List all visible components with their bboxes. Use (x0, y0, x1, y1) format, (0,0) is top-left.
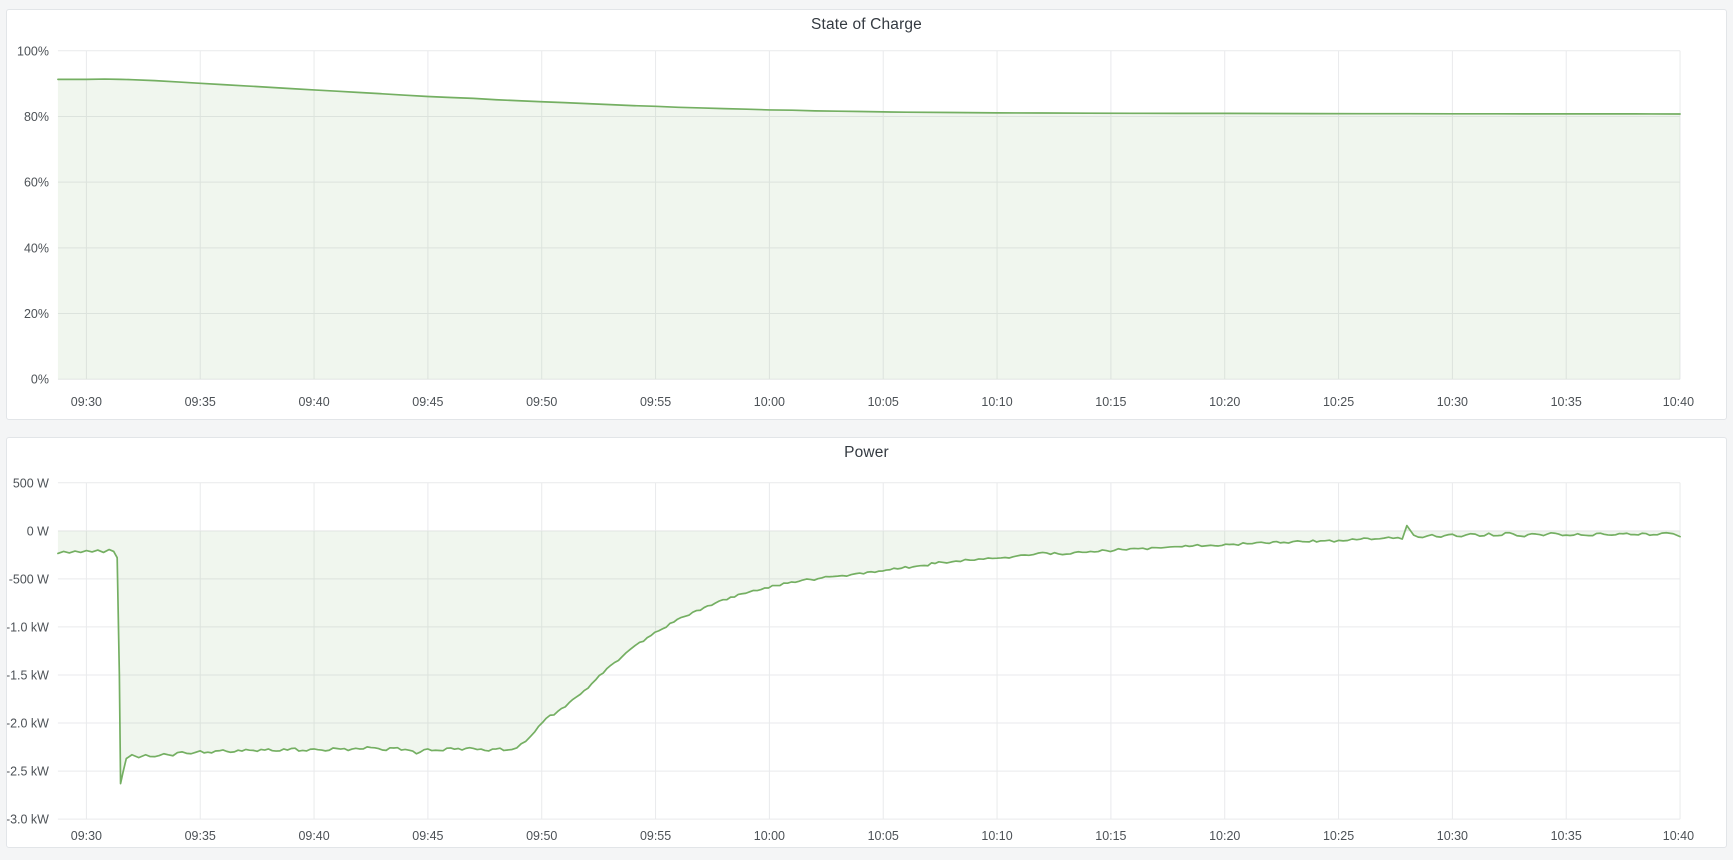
svg-text:-3.0 kW: -3.0 kW (7, 813, 49, 827)
svg-text:-2.0 kW: -2.0 kW (7, 717, 49, 731)
svg-text:10:35: 10:35 (1551, 829, 1582, 843)
svg-text:10:40: 10:40 (1663, 829, 1694, 843)
dashboard: State of Charge 100%80%60%40%20%0%09:300… (0, 0, 1733, 860)
svg-text:09:45: 09:45 (412, 395, 443, 409)
svg-text:10:05: 10:05 (868, 395, 899, 409)
svg-text:09:55: 09:55 (640, 395, 671, 409)
svg-text:10:20: 10:20 (1209, 395, 1240, 409)
svg-text:100%: 100% (17, 44, 49, 58)
svg-text:10:05: 10:05 (868, 829, 899, 843)
panel-power: Power 500 W 0 W -500 W -1.0 kW -1.5 kW -2.0 k… (6, 437, 1727, 848)
panel-state-of-charge: State of Charge 100%80%60%40%20%0%09:300… (6, 9, 1727, 420)
svg-text:20%: 20% (24, 307, 49, 321)
area-fill (58, 79, 1680, 379)
svg-text:-500 W: -500 W (9, 572, 49, 586)
svg-text:10:10: 10:10 (981, 395, 1012, 409)
x-axis-labels: 09:30 09:35 09:40 09:45 09:50 09:55 10:00 10:05… (71, 829, 1694, 843)
svg-text:0%: 0% (31, 373, 49, 387)
svg-text:10:35: 10:35 (1551, 395, 1582, 409)
y-axis-labels: 100% 80% 60% 40% 20% 0% (17, 44, 49, 386)
svg-text:-1.0 kW: -1.0 kW (7, 620, 49, 634)
svg-text:10:00: 10:00 (754, 395, 785, 409)
x-axis-labels: 09:30 09:35 09:40 09:45 09:50 09:55 10:00 10:05… (71, 395, 1694, 409)
power-chart[interactable]: 500 W 0 W -500 W -1.0 kW -1.5 kW -2.0 kW -2.5 … (7, 438, 1726, 847)
svg-text:09:40: 09:40 (298, 395, 329, 409)
panel-header[interactable]: State of Charge (7, 10, 1726, 40)
svg-text:10:00: 10:00 (754, 829, 785, 843)
svg-text:0 W: 0 W (27, 524, 49, 538)
panel-title: State of Charge (811, 16, 922, 34)
svg-text:10:30: 10:30 (1437, 395, 1468, 409)
svg-text:09:55: 09:55 (640, 829, 671, 843)
svg-text:-1.5 kW: -1.5 kW (7, 668, 49, 682)
svg-text:60%: 60% (24, 176, 49, 190)
svg-text:09:35: 09:35 (185, 829, 216, 843)
panel-header[interactable]: Power (7, 438, 1726, 468)
svg-text:09:50: 09:50 (526, 395, 557, 409)
panel-title: Power (844, 444, 889, 462)
svg-text:09:30: 09:30 (71, 829, 102, 843)
svg-text:10:20: 10:20 (1209, 829, 1240, 843)
svg-text:10:10: 10:10 (981, 829, 1012, 843)
area-fill (58, 526, 1680, 784)
svg-text:09:45: 09:45 (412, 829, 443, 843)
svg-text:10:25: 10:25 (1323, 829, 1354, 843)
y-axis-labels: 500 W 0 W -500 W -1.0 kW -1.5 kW -2.0 kW -2.5 … (7, 476, 49, 826)
state-of-charge-chart[interactable]: 100%80%60%40%20%0%09:3009:3509:4009:4509… (7, 10, 1726, 419)
svg-text:-2.5 kW: -2.5 kW (7, 765, 49, 779)
svg-text:09:30: 09:30 (71, 395, 102, 409)
svg-text:09:50: 09:50 (526, 829, 557, 843)
svg-text:09:40: 09:40 (298, 829, 329, 843)
svg-text:80%: 80% (24, 110, 49, 124)
svg-text:10:40: 10:40 (1663, 395, 1694, 409)
svg-text:10:15: 10:15 (1095, 829, 1126, 843)
svg-text:500 W: 500 W (13, 476, 49, 490)
svg-text:10:25: 10:25 (1323, 395, 1354, 409)
svg-text:10:15: 10:15 (1095, 395, 1126, 409)
svg-text:09:35: 09:35 (185, 395, 216, 409)
svg-text:40%: 40% (24, 241, 49, 255)
svg-text:10:30: 10:30 (1437, 829, 1468, 843)
